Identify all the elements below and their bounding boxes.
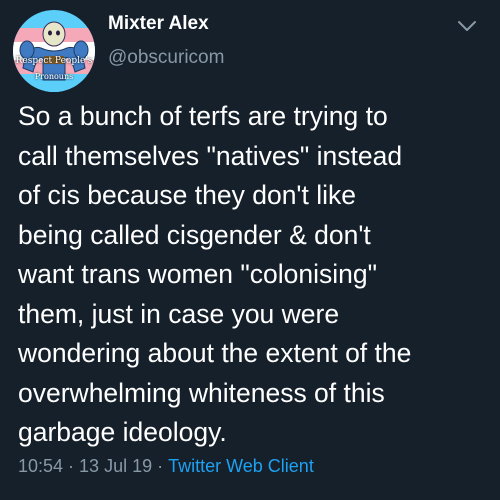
avatar-caption-top: Respect People's	[15, 56, 93, 66]
avatar[interactable]: Respect People's Pronouns	[13, 10, 95, 92]
tweet-date[interactable]: 13 Jul 19	[79, 456, 152, 476]
meta-separator: ·	[68, 456, 75, 476]
tweet-client-link[interactable]: Twitter Web Client	[168, 456, 314, 476]
tweet-card: Respect People's Pronouns Mixter Alex @o…	[0, 0, 500, 500]
tweet-metadata: 10:54 · 13 Jul 19 · Twitter Web Client	[18, 456, 314, 477]
display-name[interactable]: Mixter Alex	[108, 13, 209, 35]
tweet-time[interactable]: 10:54	[18, 456, 63, 476]
chevron-down-icon[interactable]	[454, 13, 480, 39]
meta-separator: ·	[157, 456, 164, 476]
user-handle[interactable]: @obscuricom	[108, 47, 224, 69]
avatar-caption-bottom: Pronouns	[34, 72, 74, 81]
tweet-text: So a bunch of terfs are trying to call t…	[18, 101, 412, 447]
